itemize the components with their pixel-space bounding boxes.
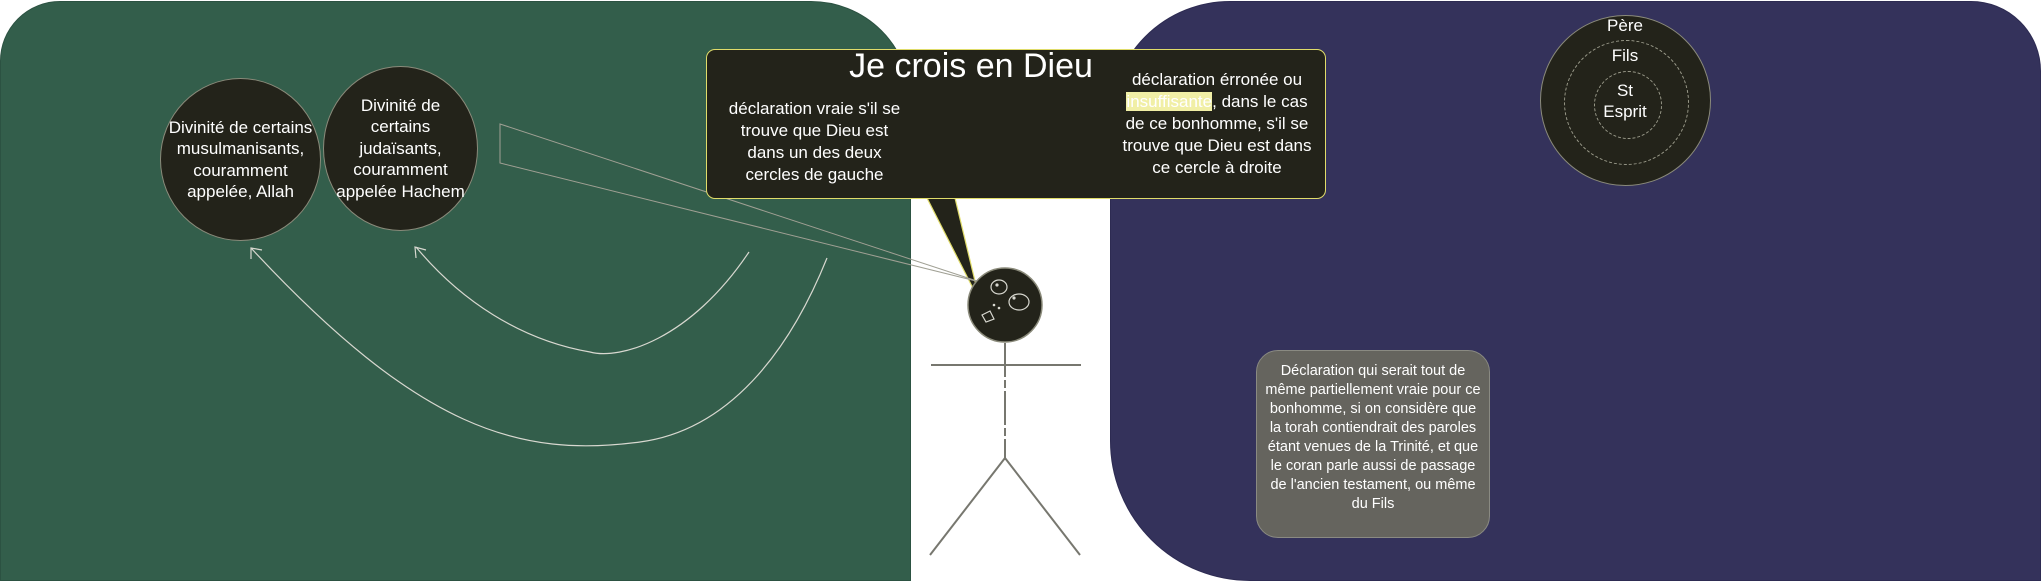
figure-left-leg	[929, 457, 1006, 556]
arrow-to-muslim-circle	[250, 247, 828, 447]
jewish-divinity-circle: Divinité de certains judaïsants, couramm…	[323, 66, 478, 231]
bubble-tail	[926, 197, 981, 303]
arrow-to-jewish-circle	[415, 246, 750, 355]
figure-head	[967, 267, 1043, 343]
trinity-father-label: Père	[1607, 16, 1643, 35]
true-statement: déclaration vraie s'il se trouve que Die…	[728, 99, 901, 184]
false-statement-start: déclaration érronée ou	[1131, 70, 1303, 89]
figure-left-pupil	[995, 283, 999, 287]
figure-right-pupil	[1012, 296, 1016, 300]
partial-truth-note: Déclaration qui serait tout de même part…	[1256, 350, 1490, 538]
jewish-divinity-label: Divinité de certains judaïsants, couramm…	[336, 95, 465, 201]
muslim-divinity-label: Divinité de certains musulmanisants, cou…	[168, 117, 313, 202]
figure-nostril	[992, 303, 996, 307]
trinity-spirit-label: St Esprit	[1575, 80, 1675, 122]
highlighted-word: insuffisante	[1126, 92, 1213, 111]
false-statement: déclaration érronée ou insuffisante, dan…	[1122, 69, 1312, 179]
trinity-spirit-line1: St	[1616, 81, 1634, 100]
muslim-divinity-circle: Divinité de certains musulmanisants, cou…	[160, 78, 321, 241]
figure-nostril	[997, 306, 1001, 310]
figure-right-leg	[1004, 457, 1081, 556]
trinity-son-label: Fils	[1611, 46, 1639, 65]
trinity-spirit-line2: Esprit	[1603, 102, 1647, 121]
